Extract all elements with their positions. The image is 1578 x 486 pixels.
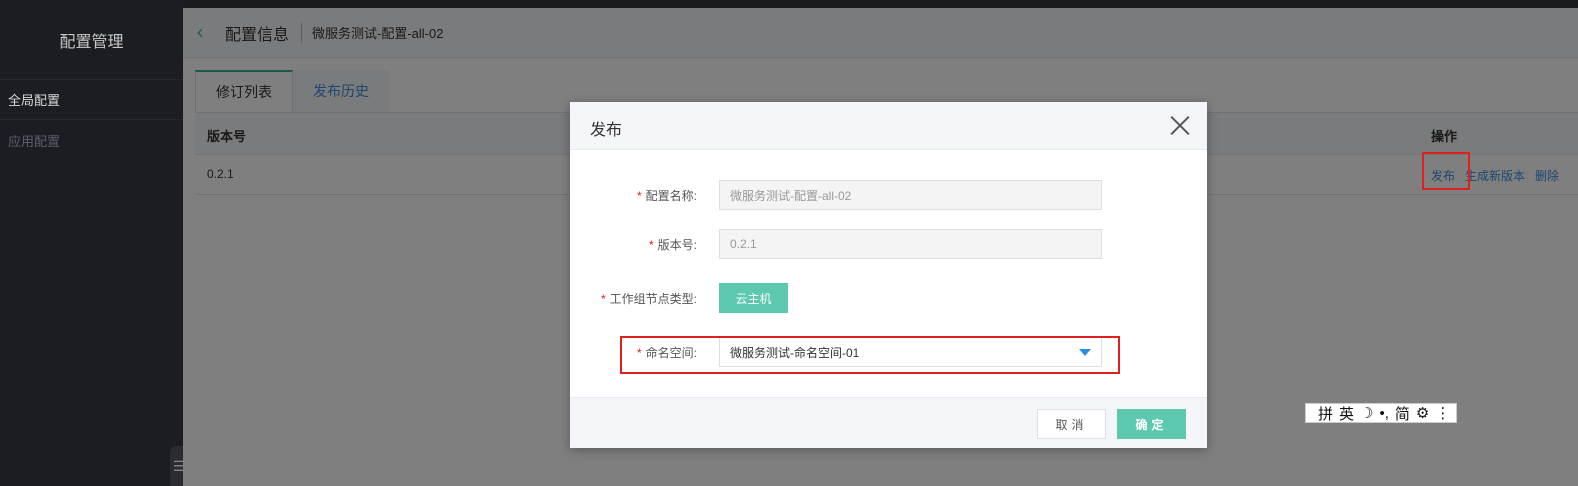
ime-simplified-toggle[interactable]: 简: [1395, 403, 1410, 424]
highlight-box-publish: [1422, 152, 1470, 190]
ime-toolbar: 拼 英 ☽ •, 简 ⚙ ⋮: [1305, 403, 1457, 423]
required-mark: *: [648, 238, 654, 252]
config-name-label: * 配置名称:: [636, 189, 697, 203]
ime-pinyin-icon[interactable]: 拼: [1318, 403, 1333, 424]
version-label: * 版本号:: [648, 238, 697, 252]
required-mark: *: [600, 292, 606, 306]
field-config-name: * 配置名称: 微服务测试-配置-all-02: [570, 180, 1207, 210]
version-input[interactable]: 0.2.1: [719, 229, 1102, 259]
required-mark: *: [636, 189, 642, 203]
cancel-button[interactable]: 取消: [1037, 409, 1106, 439]
ime-settings-icon[interactable]: ⚙: [1416, 404, 1429, 422]
confirm-button[interactable]: 确定: [1117, 409, 1186, 439]
ime-more-icon[interactable]: ⋮: [1435, 404, 1450, 422]
sidebar-item-app-config[interactable]: 应用配置: [0, 120, 183, 160]
field-version: * 版本号: 0.2.1: [570, 229, 1207, 259]
close-icon[interactable]: [1169, 114, 1191, 136]
publish-dialog: 发布 * 配置名称: 微服务测试-配置-all-02 * 版本号: 0.2.1 * 工…: [570, 102, 1207, 448]
dialog-title: 发布: [590, 122, 623, 139]
ime-moon-icon[interactable]: ☽: [1360, 404, 1373, 422]
config-name-input[interactable]: 微服务测试-配置-all-02: [719, 180, 1102, 210]
node-type-label: * 工作组节点类型:: [600, 292, 697, 306]
dialog-header: 发布: [570, 102, 1207, 150]
sidebar: 配置管理 全局配置 应用配置 ☰: [0, 0, 188, 486]
sidebar-title: 配置管理: [0, 0, 183, 80]
ime-english-toggle[interactable]: 英: [1339, 403, 1354, 424]
ime-punctuation-icon[interactable]: •,: [1379, 405, 1388, 422]
field-node-type: * 工作组节点类型: 云主机: [570, 283, 1207, 313]
sidebar-item-global-config[interactable]: 全局配置: [0, 80, 183, 120]
dialog-footer: 取消 确定: [570, 397, 1207, 448]
node-type-option-cloud-host[interactable]: 云主机: [719, 283, 788, 313]
highlight-box-namespace: [620, 336, 1120, 374]
top-strip: [0, 0, 1578, 8]
